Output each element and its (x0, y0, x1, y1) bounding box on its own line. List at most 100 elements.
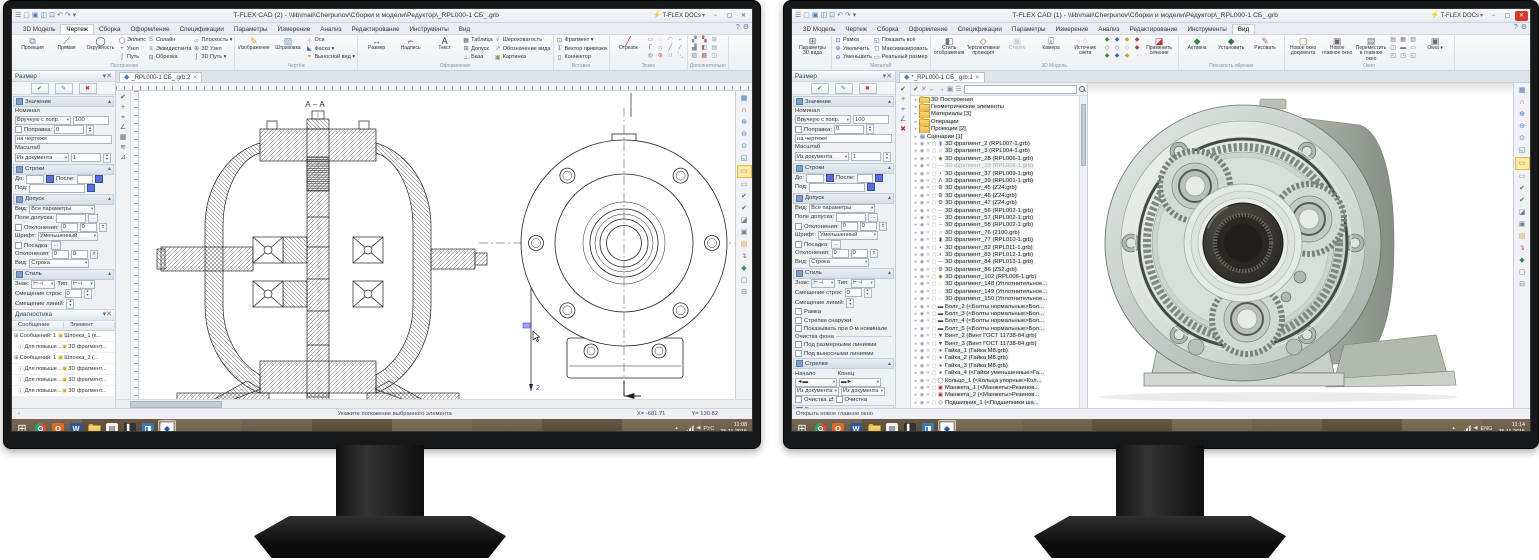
zoom-out-icon[interactable]: ⊖ (738, 129, 751, 140)
panel-section-Строки[interactable]: Строки▴ (793, 163, 894, 174)
folder-pages-icon[interactable]: ▤ (738, 239, 751, 250)
ribbon-tool-icon[interactable]: ◌ (656, 37, 665, 44)
col-element[interactable]: Элемент (64, 322, 116, 328)
dropdown[interactable]: Все параметры▾ (809, 204, 875, 213)
ribbon-button-Увеличить[interactable]: ⊕Увеличить (834, 45, 872, 54)
edit-button[interactable]: ✎ (55, 83, 73, 94)
collapse-icon[interactable]: ⊟ (738, 287, 751, 298)
tab-Спецификации[interactable]: Спецификации (175, 25, 229, 34)
ribbon-button-Таблица[interactable]: ▦Таблица (462, 36, 493, 45)
color-swatch[interactable] (875, 174, 883, 182)
tree-item[interactable]: ▸◉✕▢◌3D фрагмент_150 (Уплотнительное... (913, 296, 1087, 303)
grid-icon[interactable]: ▦ (738, 93, 751, 104)
dropdown[interactable]: Вручную с попр.▾ (15, 116, 71, 125)
dropdown[interactable]: Из документа▾ (15, 153, 69, 162)
tree-item[interactable]: ▸◉✕▢—3D фрагмент_84 (RPL013-1.grb) (913, 259, 1087, 266)
ribbon-button-Применить сечение[interactable]: ◪Применить сечение (1143, 36, 1176, 57)
spinner[interactable]: ▲▼ (86, 125, 94, 135)
ribbon-tool-icon[interactable]: ▭ (1409, 45, 1418, 52)
tree-item[interactable]: ▸◉✕▢–3D фрагмент_57 (RPL002-1.grb) (913, 214, 1087, 221)
status-arrow[interactable]: ‹ (18, 411, 20, 417)
dropdown[interactable]: Из документа▾ (795, 152, 849, 161)
ribbon-button-Камера[interactable]: ⌻Камера (1035, 36, 1068, 51)
explorer-icon[interactable] (866, 421, 882, 433)
ribbon-tool-icon[interactable]: ▨ (690, 53, 699, 60)
input-field[interactable] (56, 214, 86, 223)
ribbon-button-Плоскость ▾[interactable]: ▱Плоскость ▾ (192, 36, 232, 45)
ribbon-button-Эквидистанта[interactable]: ≡Эквидистанта (147, 45, 191, 54)
tab-Редактирование[interactable]: Редактирование (1125, 25, 1183, 34)
dropdown[interactable]: Строка▾ (809, 258, 869, 267)
tree-item[interactable]: ▸3D Построения (913, 96, 1087, 103)
collapse-icon[interactable]: ⊟ (1516, 279, 1529, 290)
redo-icon[interactable]: ↷ (65, 12, 71, 19)
field-button[interactable]: ... (88, 214, 98, 223)
tab-Инструменты[interactable]: Инструменты (1182, 25, 1231, 34)
ribbon-tool-icon[interactable]: ⋱ (676, 53, 685, 60)
input-field[interactable] (806, 174, 824, 183)
redirect-icon[interactable]: ↴ (738, 251, 751, 262)
section-icon[interactable]: ◪ (1516, 207, 1529, 218)
dropdown[interactable]: Строка▾ (29, 259, 89, 268)
tab-Чертеж[interactable]: Чертеж (840, 25, 872, 34)
input-field[interactable]: 0 (71, 250, 88, 259)
checkbox-Поправка:[interactable]: Поправка: (795, 126, 832, 133)
tree-item[interactable]: ▸◉✕▢▪3D фрагмент_37 (RPL009-1.grb) (913, 170, 1087, 177)
ribbon-tool-icon[interactable]: ⊞ (710, 37, 719, 44)
zoom-all-icon[interactable]: ◱ (738, 153, 751, 164)
ruler-vertical[interactable] (131, 91, 139, 399)
checkbox-Поправка:[interactable]: Поправка: (15, 126, 52, 133)
tree-item[interactable]: ▸◉✕▢○3D фрагмент_3 (RPL004-1.grb) (913, 148, 1087, 155)
ribbon-tool-icon[interactable]: Γ (646, 45, 655, 52)
color-swatch[interactable] (87, 184, 95, 192)
clock[interactable]: 11:1425.11.2015 (1495, 422, 1528, 432)
checkbox-Очистка[interactable]: Очистка (795, 396, 827, 403)
save-icon[interactable]: ◫ (821, 12, 828, 19)
color-swatch[interactable] (95, 175, 103, 183)
tree-item[interactable]: ▸◉✕▢◎Подшипник_1 (<Подшипники ша... (913, 399, 1087, 406)
ruler-horizontal[interactable] (116, 83, 752, 91)
ribbon-tool-icon[interactable]: ◆ (1113, 53, 1122, 60)
ribbon-tool-icon[interactable]: ◧ (700, 45, 709, 52)
measure-icon[interactable]: ▭ (737, 165, 752, 178)
close-button[interactable]: ✕ (1515, 11, 1528, 21)
dropdown[interactable]: Уменьшенный▾ (38, 232, 98, 241)
field-button[interactable]: ± (879, 222, 888, 231)
tab-3D Модель[interactable]: 3D Модель (798, 25, 840, 34)
tree-item[interactable]: ▸◉✕▢⚙3D фрагмент_45 (Z24.grb) (913, 185, 1087, 192)
ribbon-tool-icon[interactable]: ◆ (1123, 53, 1132, 60)
tree-search-input[interactable] (964, 85, 1077, 94)
checkbox-Посадка:[interactable]: Посадка: (15, 242, 49, 249)
tree-item[interactable]: ▸◉✕▢–3D фрагмент_58 (RPL002-1.grb) (913, 222, 1087, 229)
tab-Спецификации[interactable]: Спецификации (953, 25, 1007, 34)
tree-item[interactable]: ▸◉✕▢◌3D фрагмент_148 (Уплотнительное... (913, 281, 1087, 288)
ribbon-button-Выносной вид ▾[interactable]: ⌖Выносной вид ▾ (305, 53, 355, 62)
menu-icon[interactable]: ☰ (15, 12, 21, 19)
input-field[interactable]: 0 (860, 222, 877, 231)
tree-item[interactable]: ▸◉✕▢▣Манжета_2 (<Манжеты>Резинов... (913, 392, 1087, 399)
spinner[interactable]: ▲▼ (84, 289, 92, 299)
new-doc-icon[interactable]: ▢ (23, 12, 30, 19)
spinner[interactable]: ▲▼ (864, 288, 872, 298)
ribbon-button-Прямая[interactable]: ⟋Прямая (50, 36, 83, 51)
ribbon-tool-icon[interactable]: ◫ (1389, 45, 1398, 52)
tflex-docs-link[interactable]: ⚡T-FLEX DOCs▾ (1431, 12, 1483, 19)
window-icon[interactable]: ▣ (738, 227, 751, 238)
tree-item[interactable]: ▸◉✕▢▣Манжета_1 (<Манжеты>Резинов... (913, 384, 1087, 391)
ribbon-button-Стерео[interactable]: ▣Стерео (1001, 36, 1034, 51)
close-panel-icon[interactable]: ✕ (106, 311, 112, 318)
tab-Анализ[interactable]: Анализ (1093, 25, 1124, 34)
ribbon-tool-icon[interactable]: ◇ (1103, 45, 1112, 52)
tree-item[interactable]: ▸◉✕▢●Гайка_2 (Гайка М8.grb) (913, 355, 1087, 362)
maximize-button[interactable]: ▢ (723, 11, 736, 21)
zoom-window-icon[interactable]: ⊙ (738, 141, 751, 152)
tree-item[interactable]: ▸Проекции [2] (913, 126, 1087, 133)
input-field[interactable]: 0 (834, 125, 864, 134)
tree-item[interactable]: ▸◉✕▢◆3D фрагмент_102 (RPL006-1.grb) (913, 273, 1087, 280)
lock-icon[interactable]: ▣ (947, 86, 954, 93)
tray-expand-icon[interactable]: ▴ (675, 426, 678, 431)
ribbon-tool-icon[interactable]: ◱ (1409, 53, 1418, 60)
checkbox-Отклонения:[interactable]: Отклонения: (15, 224, 59, 231)
input-field[interactable] (809, 183, 865, 192)
document-tab[interactable]: ◆*_RPL000-1 СБ_.grb:1✕ (899, 72, 985, 82)
